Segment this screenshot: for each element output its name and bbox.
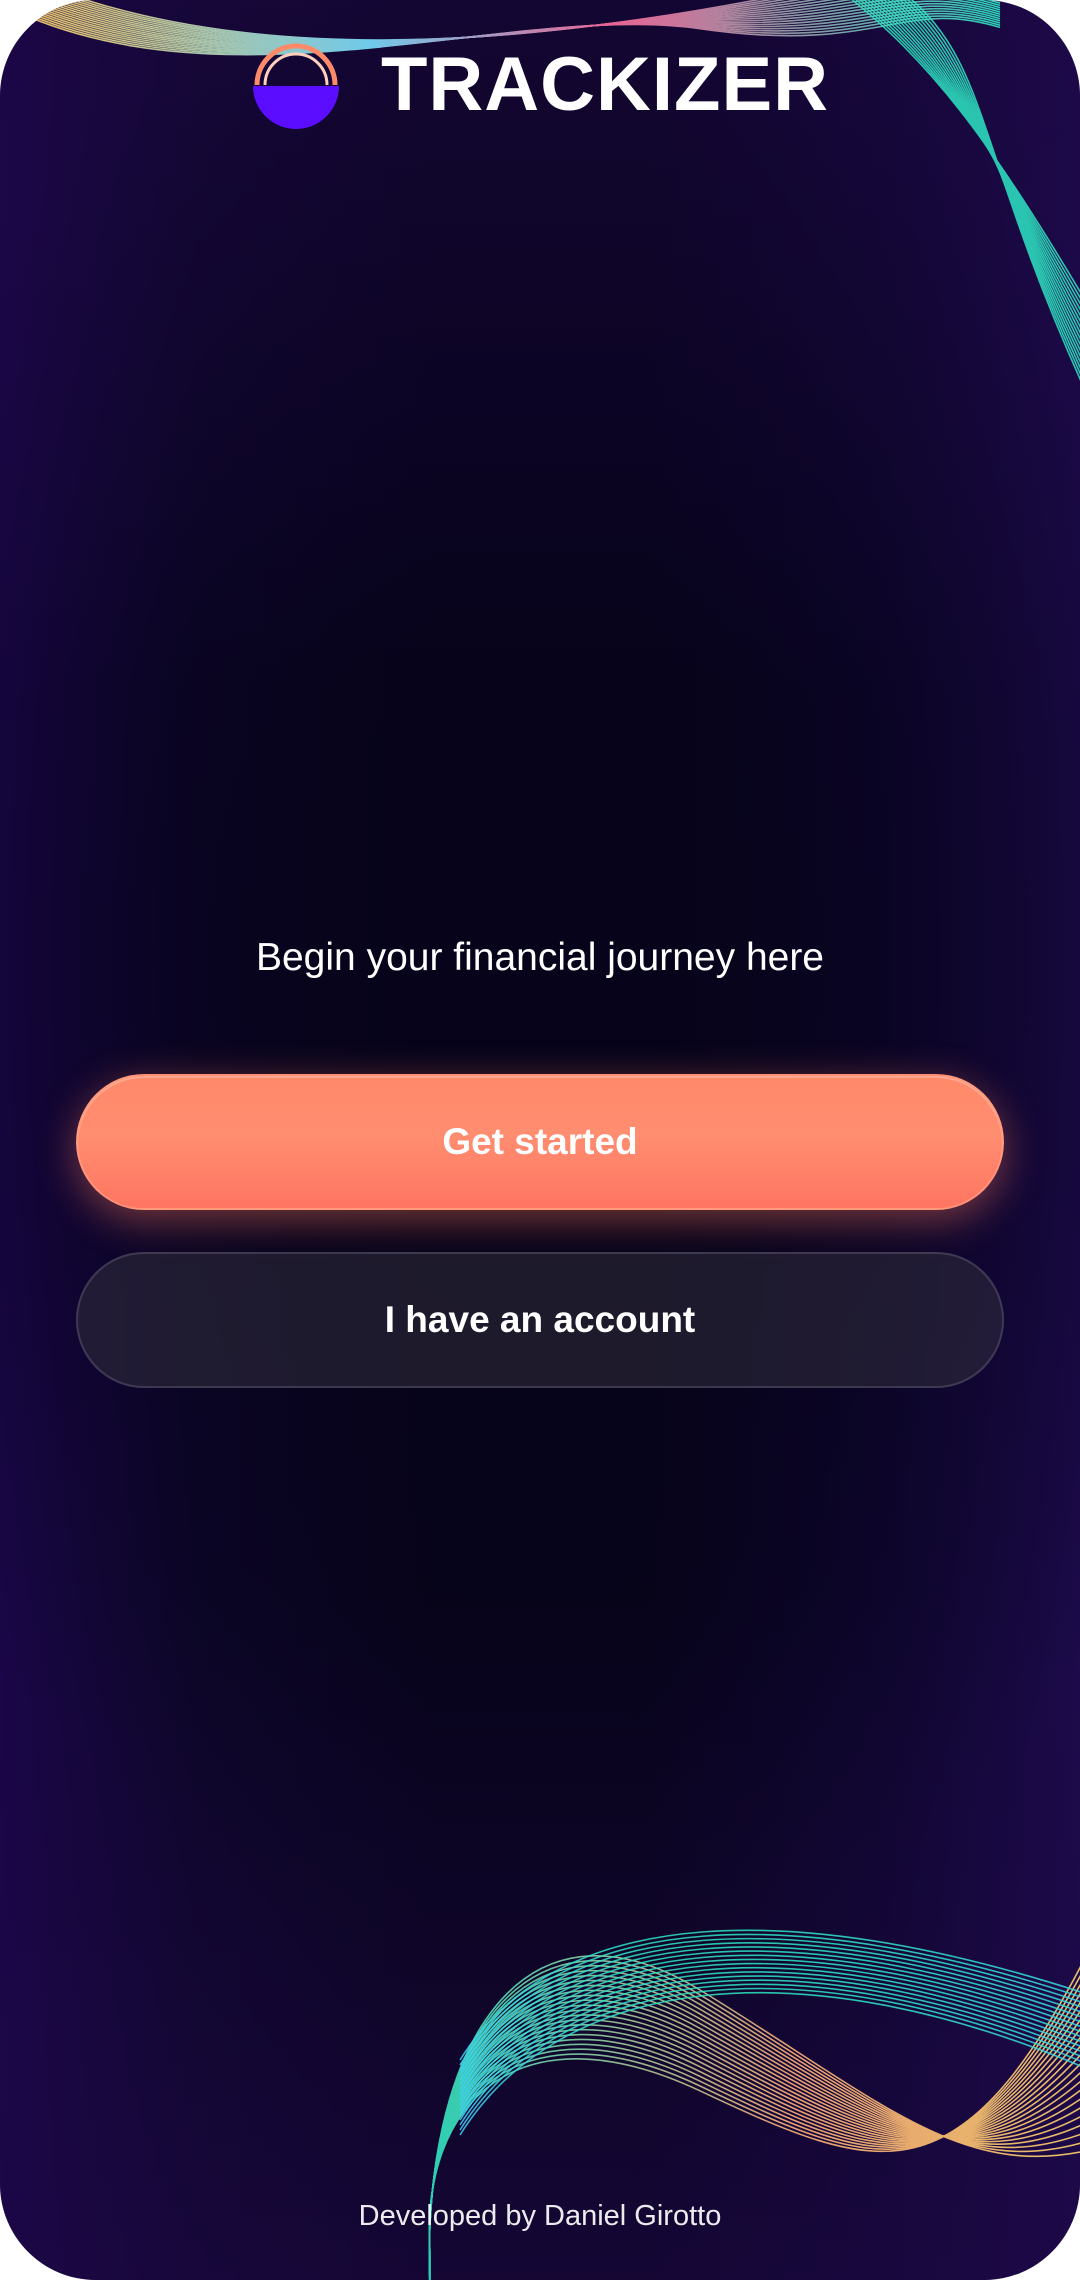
have-account-button[interactable]: I have an account — [76, 1252, 1004, 1388]
logo-text: TRACKIZER — [380, 42, 830, 127]
app-logo: TRACKIZER — [0, 40, 1080, 130]
have-account-label: I have an account — [384, 1299, 696, 1340]
developer-credit: Developed by Daniel Girotto — [358, 2200, 722, 2232]
welcome-screen: TRACKIZER Begin your financial journey h… — [0, 0, 1080, 2280]
tagline: Begin your financial journey here — [255, 936, 824, 979]
get-started-button[interactable]: Get started — [76, 1074, 1004, 1210]
trackizer-logo-icon — [252, 43, 339, 129]
get-started-label: Get started — [442, 1121, 638, 1162]
